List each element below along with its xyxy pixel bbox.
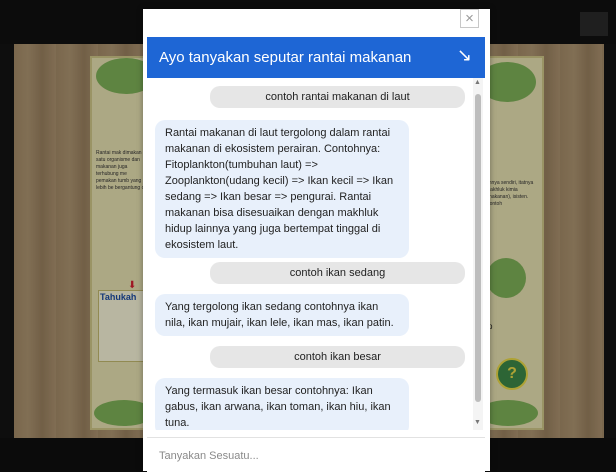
close-icon[interactable]: × (460, 9, 479, 28)
minimize-icon[interactable]: ↘ (457, 45, 472, 66)
chat-panel: × Ayo tanyakan seputar rantai makanan ↘ … (143, 9, 490, 472)
scroll-down-icon[interactable]: ▼ (474, 419, 481, 426)
chat-title: Ayo tanyakan seputar rantai makanan (159, 49, 412, 66)
message-input[interactable] (157, 444, 477, 468)
message-list: contoh rantai makanan di laut Rantai mak… (147, 78, 481, 430)
input-bar (147, 437, 485, 472)
scrollbar-thumb[interactable] (475, 94, 481, 402)
scroll-up-icon[interactable]: ▲ (474, 79, 481, 86)
bot-message: Yang tergolong ikan sedang contohnya ika… (155, 294, 409, 336)
user-message: contoh ikan sedang (210, 262, 465, 284)
chat-header: Ayo tanyakan seputar rantai makanan ↘ (147, 37, 485, 78)
user-message: contoh ikan besar (210, 346, 465, 368)
bot-message: Yang termasuk ikan besar contohnya: Ikan… (155, 378, 409, 430)
bot-message: Rantai makanan di laut tergolong dalam r… (155, 120, 409, 258)
user-message: contoh rantai makanan di laut (210, 86, 465, 108)
